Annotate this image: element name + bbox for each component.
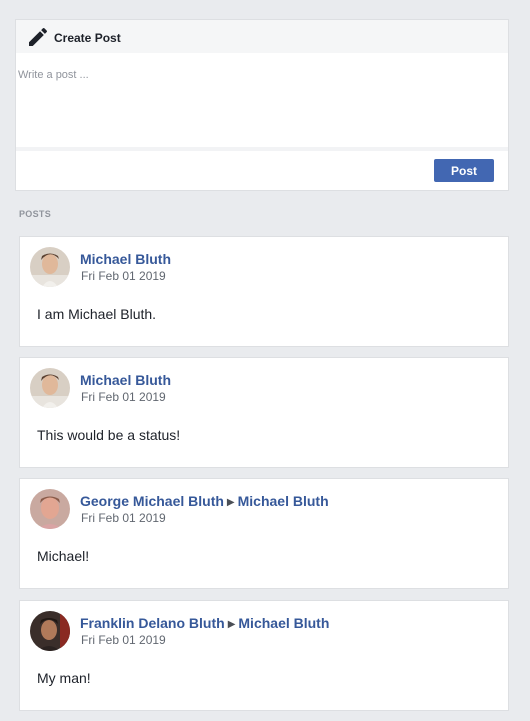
avatar[interactable] — [30, 489, 70, 529]
post-button[interactable]: Post — [434, 159, 494, 182]
post-author: George Michael Bluth ▶ Michael Bluth — [80, 493, 329, 509]
arrow-right-icon: ▶ — [226, 497, 235, 508]
avatar[interactable] — [30, 368, 70, 408]
posts-section-label: POSTS — [19, 209, 52, 219]
post-card: Michael Bluth Fri Feb 01 2019 This would… — [19, 357, 509, 468]
post-date: Fri Feb 01 2019 — [81, 390, 166, 404]
post-text: This would be a status! — [37, 427, 181, 443]
post-card: Michael Bluth Fri Feb 01 2019 I am Micha… — [19, 236, 509, 347]
post-author[interactable]: Michael Bluth — [80, 251, 171, 267]
post-author[interactable]: Michael Bluth — [80, 372, 171, 388]
post-date: Fri Feb 01 2019 — [81, 269, 166, 283]
pencil-icon — [26, 25, 50, 49]
post-card: George Michael Bluth ▶ Michael Bluth Fri F… — [19, 478, 509, 589]
post-text: Michael! — [37, 548, 90, 564]
create-post-panel: Create Post Post — [15, 19, 509, 191]
author-name[interactable]: George Michael Bluth — [80, 493, 224, 509]
post-date: Fri Feb 01 2019 — [81, 511, 166, 525]
target-name[interactable]: Michael Bluth — [238, 493, 329, 509]
post-text: I am Michael Bluth. — [37, 306, 157, 322]
create-post-title: Create Post — [54, 30, 121, 45]
post-textarea[interactable] — [16, 53, 508, 147]
create-post-header: Create Post — [16, 20, 508, 53]
post-text: My man! — [37, 670, 91, 686]
post-author: Franklin Delano Bluth ▶ Michael Bluth — [80, 615, 329, 631]
post-card: Franklin Delano Bluth ▶ Michael Bluth Fri … — [19, 600, 509, 711]
create-post-footer: Post — [16, 151, 508, 188]
avatar[interactable] — [30, 611, 70, 651]
author-name[interactable]: Michael Bluth — [80, 372, 171, 388]
post-date: Fri Feb 01 2019 — [81, 633, 166, 647]
arrow-right-icon: ▶ — [227, 619, 236, 630]
author-name[interactable]: Michael Bluth — [80, 251, 171, 267]
avatar[interactable] — [30, 247, 70, 287]
target-name[interactable]: Michael Bluth — [238, 615, 329, 631]
post-textarea-container — [16, 53, 508, 151]
author-name[interactable]: Franklin Delano Bluth — [80, 615, 225, 631]
